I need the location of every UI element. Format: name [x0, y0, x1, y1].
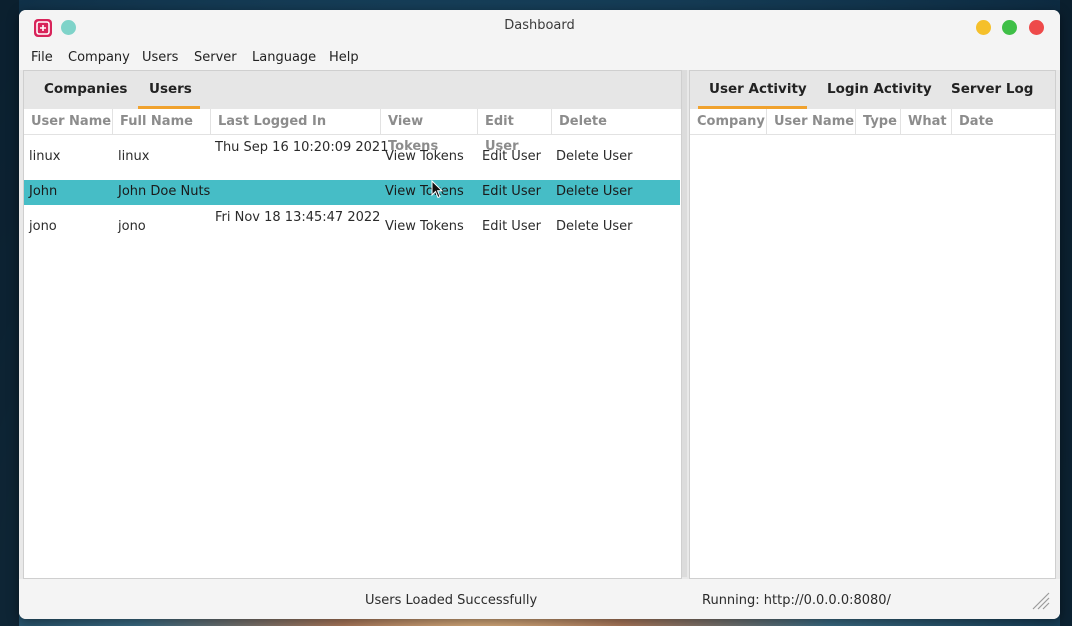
panel-splitter[interactable]: [682, 70, 687, 577]
view-tokens-button[interactable]: View Tokens: [385, 219, 464, 234]
users-panel: Companies Users User Name Full Name Last…: [23, 70, 682, 579]
status-message: Users Loaded Successfully: [365, 593, 538, 608]
activity-table-header: Company User Name Type What Date: [690, 109, 1055, 135]
delete-user-button[interactable]: Delete User: [556, 149, 632, 164]
dashboard-window: Dashboard File Company Users Server Lang…: [19, 10, 1060, 619]
status-bar: Users Loaded Successfully Running: http:…: [19, 579, 1060, 619]
column-company[interactable]: Company: [690, 109, 767, 134]
menu-language[interactable]: Language: [252, 50, 316, 65]
edit-user-button[interactable]: Edit User: [482, 184, 541, 199]
delete-user-button[interactable]: Delete User: [556, 219, 632, 234]
menu-file[interactable]: File: [31, 50, 53, 65]
column-type[interactable]: Type: [856, 109, 901, 134]
minimize-button[interactable]: [976, 20, 991, 35]
cell-last-logged-in: Fri Nov 18 13:45:47 2022: [215, 210, 381, 225]
resize-grip-icon[interactable]: [1030, 590, 1050, 610]
menu-users[interactable]: Users: [142, 50, 178, 65]
view-tokens-button[interactable]: View Tokens: [385, 184, 464, 199]
activity-panel: User Activity Login Activity Server Log …: [689, 70, 1056, 579]
left-tab-bar: Companies Users: [24, 71, 681, 109]
cell-full-name: linux: [118, 149, 150, 164]
menu-server[interactable]: Server: [194, 50, 237, 65]
right-tab-bar: User Activity Login Activity Server Log: [690, 71, 1055, 109]
tab-users[interactable]: Users: [149, 81, 192, 97]
tab-server-log[interactable]: Server Log: [951, 81, 1033, 97]
delete-user-button[interactable]: Delete User: [556, 184, 632, 199]
cell-user-name: John: [29, 184, 58, 199]
column-user-name[interactable]: User Name: [24, 109, 113, 134]
edit-user-button[interactable]: Edit User: [482, 149, 541, 164]
column-edit-user[interactable]: Edit User: [478, 109, 552, 154]
column-last-logged-in[interactable]: Last Logged In: [211, 109, 381, 134]
server-status: Running: http://0.0.0.0:8080/: [702, 593, 891, 608]
cell-full-name: John Doe Nuts: [118, 184, 211, 199]
maximize-button[interactable]: [1002, 20, 1017, 35]
cell-user-name: linux: [29, 149, 61, 164]
table-row-selected[interactable]: John John Doe Nuts View Tokens Edit User…: [24, 180, 680, 205]
column-date[interactable]: Date: [952, 109, 1055, 134]
tab-login-activity[interactable]: Login Activity: [827, 81, 932, 97]
cell-user-name: jono: [29, 219, 57, 234]
close-button[interactable]: [1029, 20, 1044, 35]
table-row[interactable]: jono jono Fri Nov 18 13:45:47 2022 View …: [24, 205, 680, 239]
desktop-background: [0, 0, 19, 626]
window-title: Dashboard: [504, 18, 575, 33]
table-row[interactable]: linux linux Thu Sep 16 10:20:09 2021 Vie…: [24, 135, 680, 169]
menu-bar: File Company Users Server Language Help: [19, 46, 1060, 70]
column-user-name[interactable]: User Name: [767, 109, 856, 134]
column-what[interactable]: What: [901, 109, 952, 134]
edit-user-button[interactable]: Edit User: [482, 219, 541, 234]
users-table-header: User Name Full Name Last Logged In View …: [24, 109, 681, 154]
column-delete[interactable]: Delete: [552, 109, 681, 134]
view-tokens-button[interactable]: View Tokens: [385, 149, 464, 164]
mouse-cursor-icon: [431, 180, 443, 199]
menu-company[interactable]: Company: [68, 50, 130, 65]
cell-last-logged-in: Thu Sep 16 10:20:09 2021: [215, 140, 389, 155]
tab-companies[interactable]: Companies: [44, 81, 127, 97]
column-view-tokens[interactable]: View Tokens: [381, 109, 478, 154]
title-bar[interactable]: Dashboard: [19, 10, 1060, 46]
desktop-background-right: [1060, 0, 1072, 626]
cell-full-name: jono: [118, 219, 146, 234]
column-full-name[interactable]: Full Name: [113, 109, 211, 134]
tab-user-activity[interactable]: User Activity: [709, 81, 807, 97]
menu-help[interactable]: Help: [329, 50, 359, 65]
